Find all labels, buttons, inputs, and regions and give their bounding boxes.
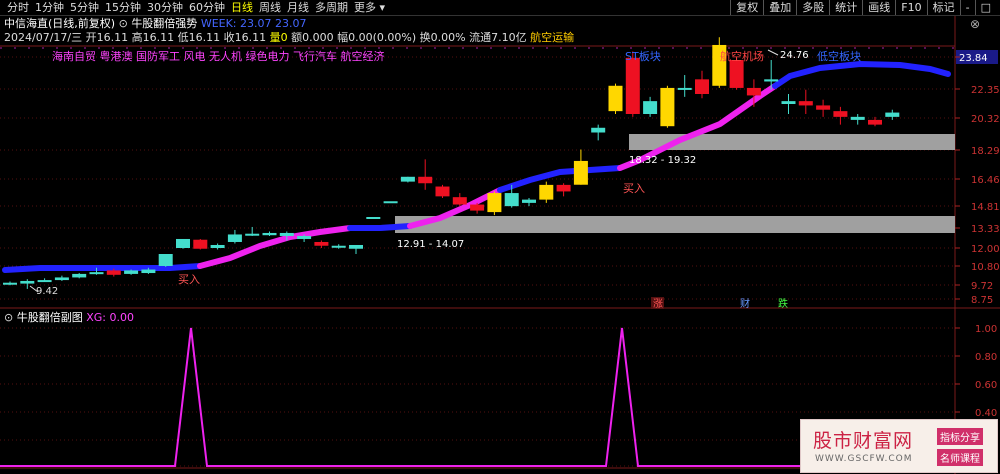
candle-body xyxy=(314,241,329,246)
candle-body xyxy=(349,244,363,249)
candle-body xyxy=(331,245,346,248)
price-tick-label: 13.33 xyxy=(971,224,1000,235)
candle-body xyxy=(54,277,69,281)
candle-body xyxy=(729,60,744,88)
candle-body xyxy=(245,233,260,236)
candle-body xyxy=(72,273,87,278)
price-tick-label: 14.81 xyxy=(971,202,1000,213)
sub-panel-value: XG: 0.00 xyxy=(86,311,134,324)
candle-body xyxy=(158,254,173,266)
kline-chart[interactable]: 23.84 22.35 20.32 18.29 16.46 14.81 13.33 12.00… xyxy=(0,0,1000,474)
trend-line-blue-1 xyxy=(2,263,203,273)
high-pointer xyxy=(767,49,779,56)
candle-body xyxy=(695,79,709,94)
candle-body xyxy=(487,193,502,213)
st-sector-label: ST板块 xyxy=(625,49,661,63)
price-tick-label: 16.46 xyxy=(971,175,1000,186)
candle-body xyxy=(522,199,536,203)
candle-body xyxy=(625,57,640,114)
candle-body xyxy=(400,176,415,182)
watermark-title: 股市财富网 xyxy=(813,430,914,452)
candle-body xyxy=(573,160,588,185)
candle-body xyxy=(470,204,485,211)
candle-body xyxy=(677,87,692,90)
sub-tick-label: 0.60 xyxy=(975,380,997,391)
candle-body xyxy=(591,127,606,133)
marker-fall: 跌 xyxy=(778,297,788,310)
marker-rise: 涨 xyxy=(653,298,663,310)
sub-collapse-icon[interactable]: ⊙ xyxy=(4,311,13,324)
candle-body xyxy=(504,193,519,207)
watermark-tag-course: 名师课程 xyxy=(937,449,983,466)
candle-body xyxy=(556,184,571,192)
candle-body xyxy=(279,232,294,236)
sub-tick-label: 0.80 xyxy=(975,352,997,363)
candle-body xyxy=(176,238,190,248)
candle-body xyxy=(141,269,156,274)
price-tick-label: 12.00 xyxy=(971,244,1000,255)
candle-body xyxy=(746,87,761,96)
candle-body xyxy=(366,217,381,219)
watermark-url: WWW.GSCFW.COM xyxy=(815,454,913,464)
low-price-label: 9.42 xyxy=(36,286,58,297)
price-tick-label: 20.32 xyxy=(971,114,1000,125)
marker-finance: 财 xyxy=(740,297,750,310)
price-tick-label: 10.80 xyxy=(971,262,1000,273)
candle-body xyxy=(868,119,882,125)
candle-body xyxy=(418,176,433,184)
candle-body xyxy=(262,232,277,236)
aviation-sector-label: 航空机场 xyxy=(720,49,764,63)
candle-body xyxy=(833,111,848,117)
sub-panel-header: ⊙ 牛股翻倍副图 XG: 0.00 xyxy=(4,311,134,324)
candle-body xyxy=(3,282,17,285)
buy-signal-label: 买入 xyxy=(178,273,200,286)
sub-tick-label: 0.40 xyxy=(975,408,997,419)
candle-body xyxy=(816,105,831,110)
support-band-low xyxy=(395,216,955,233)
candle-body xyxy=(435,186,450,197)
candle-body xyxy=(539,184,554,200)
candle-body xyxy=(660,87,675,127)
watermark-logo: 股市财富网 WWW.GSCFW.COM 指标分享 名师课程 xyxy=(800,419,998,473)
candle-body xyxy=(643,101,658,114)
price-tick-label: 22.35 xyxy=(971,85,1000,96)
candle-body xyxy=(124,270,139,274)
candle-body xyxy=(781,101,796,104)
lowalt-sector-label: 低空板块 xyxy=(817,49,861,63)
candle-body xyxy=(297,235,312,239)
concept-list: 海南自贸 粤港澳 国防军工 风电 无人机 绿色电力 飞行汽车 航空经济 xyxy=(52,49,384,63)
trend-line-blue-2 xyxy=(347,223,413,231)
candle-body xyxy=(37,280,52,283)
price-tick-label: 8.75 xyxy=(971,295,993,306)
watermark-tag-share: 指标分享 xyxy=(937,428,983,445)
price-tick-label: 9.72 xyxy=(971,281,993,292)
current-price-label: 23.84 xyxy=(959,53,988,64)
sub-tick-label: 1.00 xyxy=(975,324,997,335)
buy-signal-label-2: 买入 xyxy=(623,182,645,195)
sub-panel-title[interactable]: 牛股翻倍副图 xyxy=(17,311,83,324)
trend-line-blue-4 xyxy=(772,60,951,89)
candle-body xyxy=(764,79,779,82)
candle-body xyxy=(798,101,813,106)
candle-body xyxy=(452,197,467,205)
candle-body xyxy=(210,244,225,248)
range-label-low: 12.91 - 14.07 xyxy=(397,239,464,250)
candle-body xyxy=(227,234,242,242)
candle-body xyxy=(850,116,865,120)
candle-body xyxy=(89,272,104,275)
range-label-high: 18.32 - 19.32 xyxy=(629,155,696,166)
candle-body xyxy=(608,85,623,112)
candle-body xyxy=(106,270,121,275)
candle-body xyxy=(383,201,398,204)
candle-body xyxy=(193,239,208,249)
candle-body xyxy=(20,280,35,284)
candle-body xyxy=(885,112,900,117)
high-price-label: 24.76 xyxy=(780,50,809,61)
price-tick-label: 18.29 xyxy=(971,146,1000,157)
